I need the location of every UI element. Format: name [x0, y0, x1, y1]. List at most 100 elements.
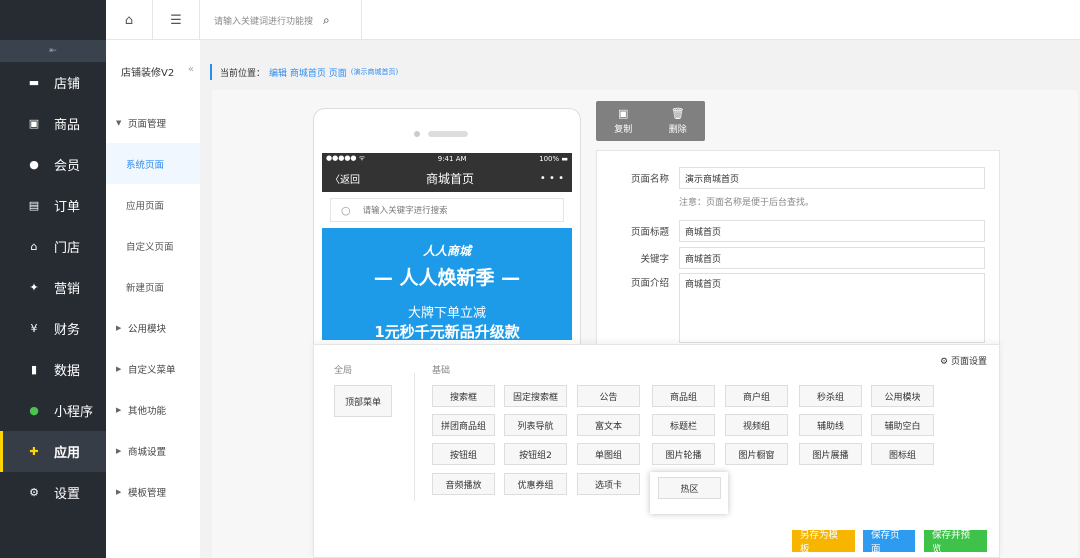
component-button[interactable]: 图片展播 [799, 443, 862, 465]
sidebar-item-goods[interactable]: ▣ 商品 [0, 103, 106, 144]
submenu-group-template[interactable]: ▶ 模板管理 [106, 471, 200, 512]
component-button[interactable]: 音频播放 [432, 473, 495, 495]
component-button[interactable]: 列表导航 [504, 414, 567, 436]
sidebar-item-data[interactable]: ▮ 数据 [0, 349, 106, 390]
save-page-button[interactable]: 保存页面 [863, 530, 915, 555]
component-button[interactable]: 公用模块 [871, 385, 934, 407]
component-hot-zone[interactable]: 热区 [658, 477, 721, 499]
sidebar-item-label: 门店 [54, 241, 81, 256]
home-icon[interactable]: ⌂ [106, 0, 153, 40]
component-button[interactable]: 优惠券组 [504, 473, 567, 495]
more-icon[interactable]: • • • [540, 173, 564, 184]
sidebar-item-label: 财务 [54, 323, 81, 338]
submenu-item-custom-page[interactable]: 自定义页面 [106, 225, 200, 266]
submenu-group-custom-menu[interactable]: ▶ 自定义菜单 [106, 348, 200, 389]
sidebar-item-store[interactable]: ▬ 店铺 [0, 62, 106, 103]
phone-camera [414, 131, 420, 137]
search-input[interactable]: 请输入关键词进行功能搜 ⌕ [202, 0, 362, 40]
back-button[interactable]: 〈返回 [330, 171, 360, 186]
sidebar-item-finance[interactable]: ¥ 财务 [0, 308, 106, 349]
page-title-row: 页面标题 商城首页 [597, 220, 985, 242]
sidebar-item-app[interactable]: ✚ 应用 [0, 431, 106, 472]
submenu-item-new-page[interactable]: 新建页面 [106, 266, 200, 307]
page-name-note: 注意：页面名称是便于后台查找。 [679, 198, 815, 208]
phone-screen: ●●●●● ᯤ 9:41 AM 100% ▬ 〈返回 商城首页 • • • ○ … [322, 153, 572, 348]
component-button[interactable]: 单图组 [577, 443, 640, 465]
component-button[interactable]: 商品组 [652, 385, 715, 407]
component-button[interactable]: 辅助线 [799, 414, 862, 436]
component-button[interactable]: 固定搜索框 [504, 385, 567, 407]
submenu-group-page-manage[interactable]: ▼ 页面管理 [106, 102, 200, 143]
page-title-field[interactable]: 商城首页 [679, 220, 985, 242]
sidebar-item-member[interactable]: ● 会员 [0, 144, 106, 185]
component-button[interactable]: 选项卡 [577, 473, 640, 495]
submenu-item-system-page[interactable]: 系统页面 [106, 143, 200, 184]
sidebar-item-marketing[interactable]: ✦ 营销 [0, 267, 106, 308]
component-button[interactable]: 商户组 [725, 385, 788, 407]
battery-icon: 100% ▬ [539, 154, 568, 163]
page-name-label: 页面名称 [630, 174, 669, 185]
sidebar-item-order[interactable]: ▤ 订单 [0, 185, 106, 226]
submenu-group-mall-settings[interactable]: ▶ 商城设置 [106, 430, 200, 471]
submenu-label: 公用模块 [128, 323, 167, 335]
sidebar-item-label: 应用 [54, 446, 81, 461]
signal-icon: ●●●●● ᯤ [326, 154, 366, 162]
delete-button[interactable]: 🗑 删除 [651, 101, 706, 141]
global-section-label: 全局 [334, 366, 353, 376]
caret-right-icon: ▶ [116, 405, 122, 414]
save-and-preview-button[interactable]: 保存并预览 [924, 530, 987, 555]
component-button[interactable]: 标题栏 [652, 414, 715, 436]
component-button[interactable]: 秒杀组 [799, 385, 862, 407]
menu-icon[interactable]: ☰ [153, 0, 200, 40]
submenu-label: 页面管理 [128, 118, 167, 130]
component-button[interactable]: 公告 [577, 385, 640, 407]
submenu-group-public-module[interactable]: ▶ 公用模块 [106, 307, 200, 348]
component-button[interactable]: 搜索框 [432, 385, 495, 407]
submenu-item-app-page[interactable]: 应用页面 [106, 184, 200, 225]
collapse-submenu-icon[interactable]: « [188, 64, 194, 75]
submenu-label: 商城设置 [128, 446, 167, 458]
breadcrumb-path[interactable]: 编辑 商城首页 页面 [269, 66, 347, 79]
data-icon: ▮ [30, 362, 38, 376]
component-button[interactable]: 拼团商品组 [432, 414, 495, 436]
sidebar-item-label: 数据 [54, 364, 81, 379]
banner-image[interactable]: 人人商城 — 人人焕新季 — 大牌下单立减 1元秒千元新品升级款 [322, 228, 572, 341]
status-time: 9:41 AM [437, 154, 467, 163]
component-button[interactable]: 按钮组 [432, 443, 495, 465]
component-button[interactable]: 图片橱窗 [725, 443, 788, 465]
component-button[interactable]: 按钮组2 [504, 443, 567, 465]
miniprogram-icon: ● [29, 403, 39, 417]
shop-icon: ⌂ [30, 239, 38, 253]
app-icon: ✚ [29, 444, 39, 458]
collapse-icon[interactable]: ⇤ [0, 40, 106, 62]
logo-area [0, 0, 106, 40]
copy-button[interactable]: ▣ 复制 [596, 101, 651, 141]
component-button[interactable]: 辅助空白 [871, 414, 934, 436]
submenu-group-other[interactable]: ▶ 其他功能 [106, 389, 200, 430]
keyword-field[interactable]: 商城首页 [679, 247, 985, 269]
component-top-menu[interactable]: 顶部菜单 [334, 385, 392, 417]
sidebar-item-shop[interactable]: ⌂ 门店 [0, 226, 106, 267]
save-as-template-button[interactable]: 另存为模板 [792, 530, 855, 555]
submenu-label: 自定义菜单 [128, 364, 176, 376]
breadcrumb-sub: (演示商城首页) [350, 68, 399, 76]
page-name-field[interactable]: 演示商城首页 [679, 167, 985, 189]
page-settings-link[interactable]: ⚙ 页面设置 [940, 354, 987, 367]
submenu-title: 店铺装修V2 « [106, 40, 200, 102]
component-button[interactable]: 视频组 [725, 414, 788, 436]
main-sidebar: ⇤ ▬ 店铺 ▣ 商品 ● 会员 ▤ 订单 ⌂ 门店 ✦ 营销 ¥ 财务 ▮ 数据 ● 小程序 ✚… [0, 0, 106, 558]
caret-down-icon: ▼ [116, 118, 122, 127]
submenu-label: 应用页面 [126, 200, 165, 212]
sidebar-item-settings[interactable]: ⚙ 设置 [0, 472, 106, 513]
intro-textarea[interactable]: 商城首页 [679, 273, 985, 343]
hot-zone-highlight: 热区 [650, 472, 728, 514]
component-button[interactable]: 图片轮播 [652, 443, 715, 465]
search-icon[interactable]: ⌕ [323, 13, 330, 28]
marketing-icon: ✦ [29, 280, 39, 294]
component-button[interactable]: 图标组 [871, 443, 934, 465]
sidebar-item-miniprogram[interactable]: ● 小程序 [0, 390, 106, 431]
search-placeholder: 请输入关键词进行功能搜 [214, 16, 314, 27]
phone-status-bar: ●●●●● ᯤ 9:41 AM 100% ▬ [322, 153, 572, 164]
phone-search-input[interactable]: ○ 请输入关键字进行搜索 [330, 198, 564, 222]
component-button[interactable]: 富文本 [577, 414, 640, 436]
